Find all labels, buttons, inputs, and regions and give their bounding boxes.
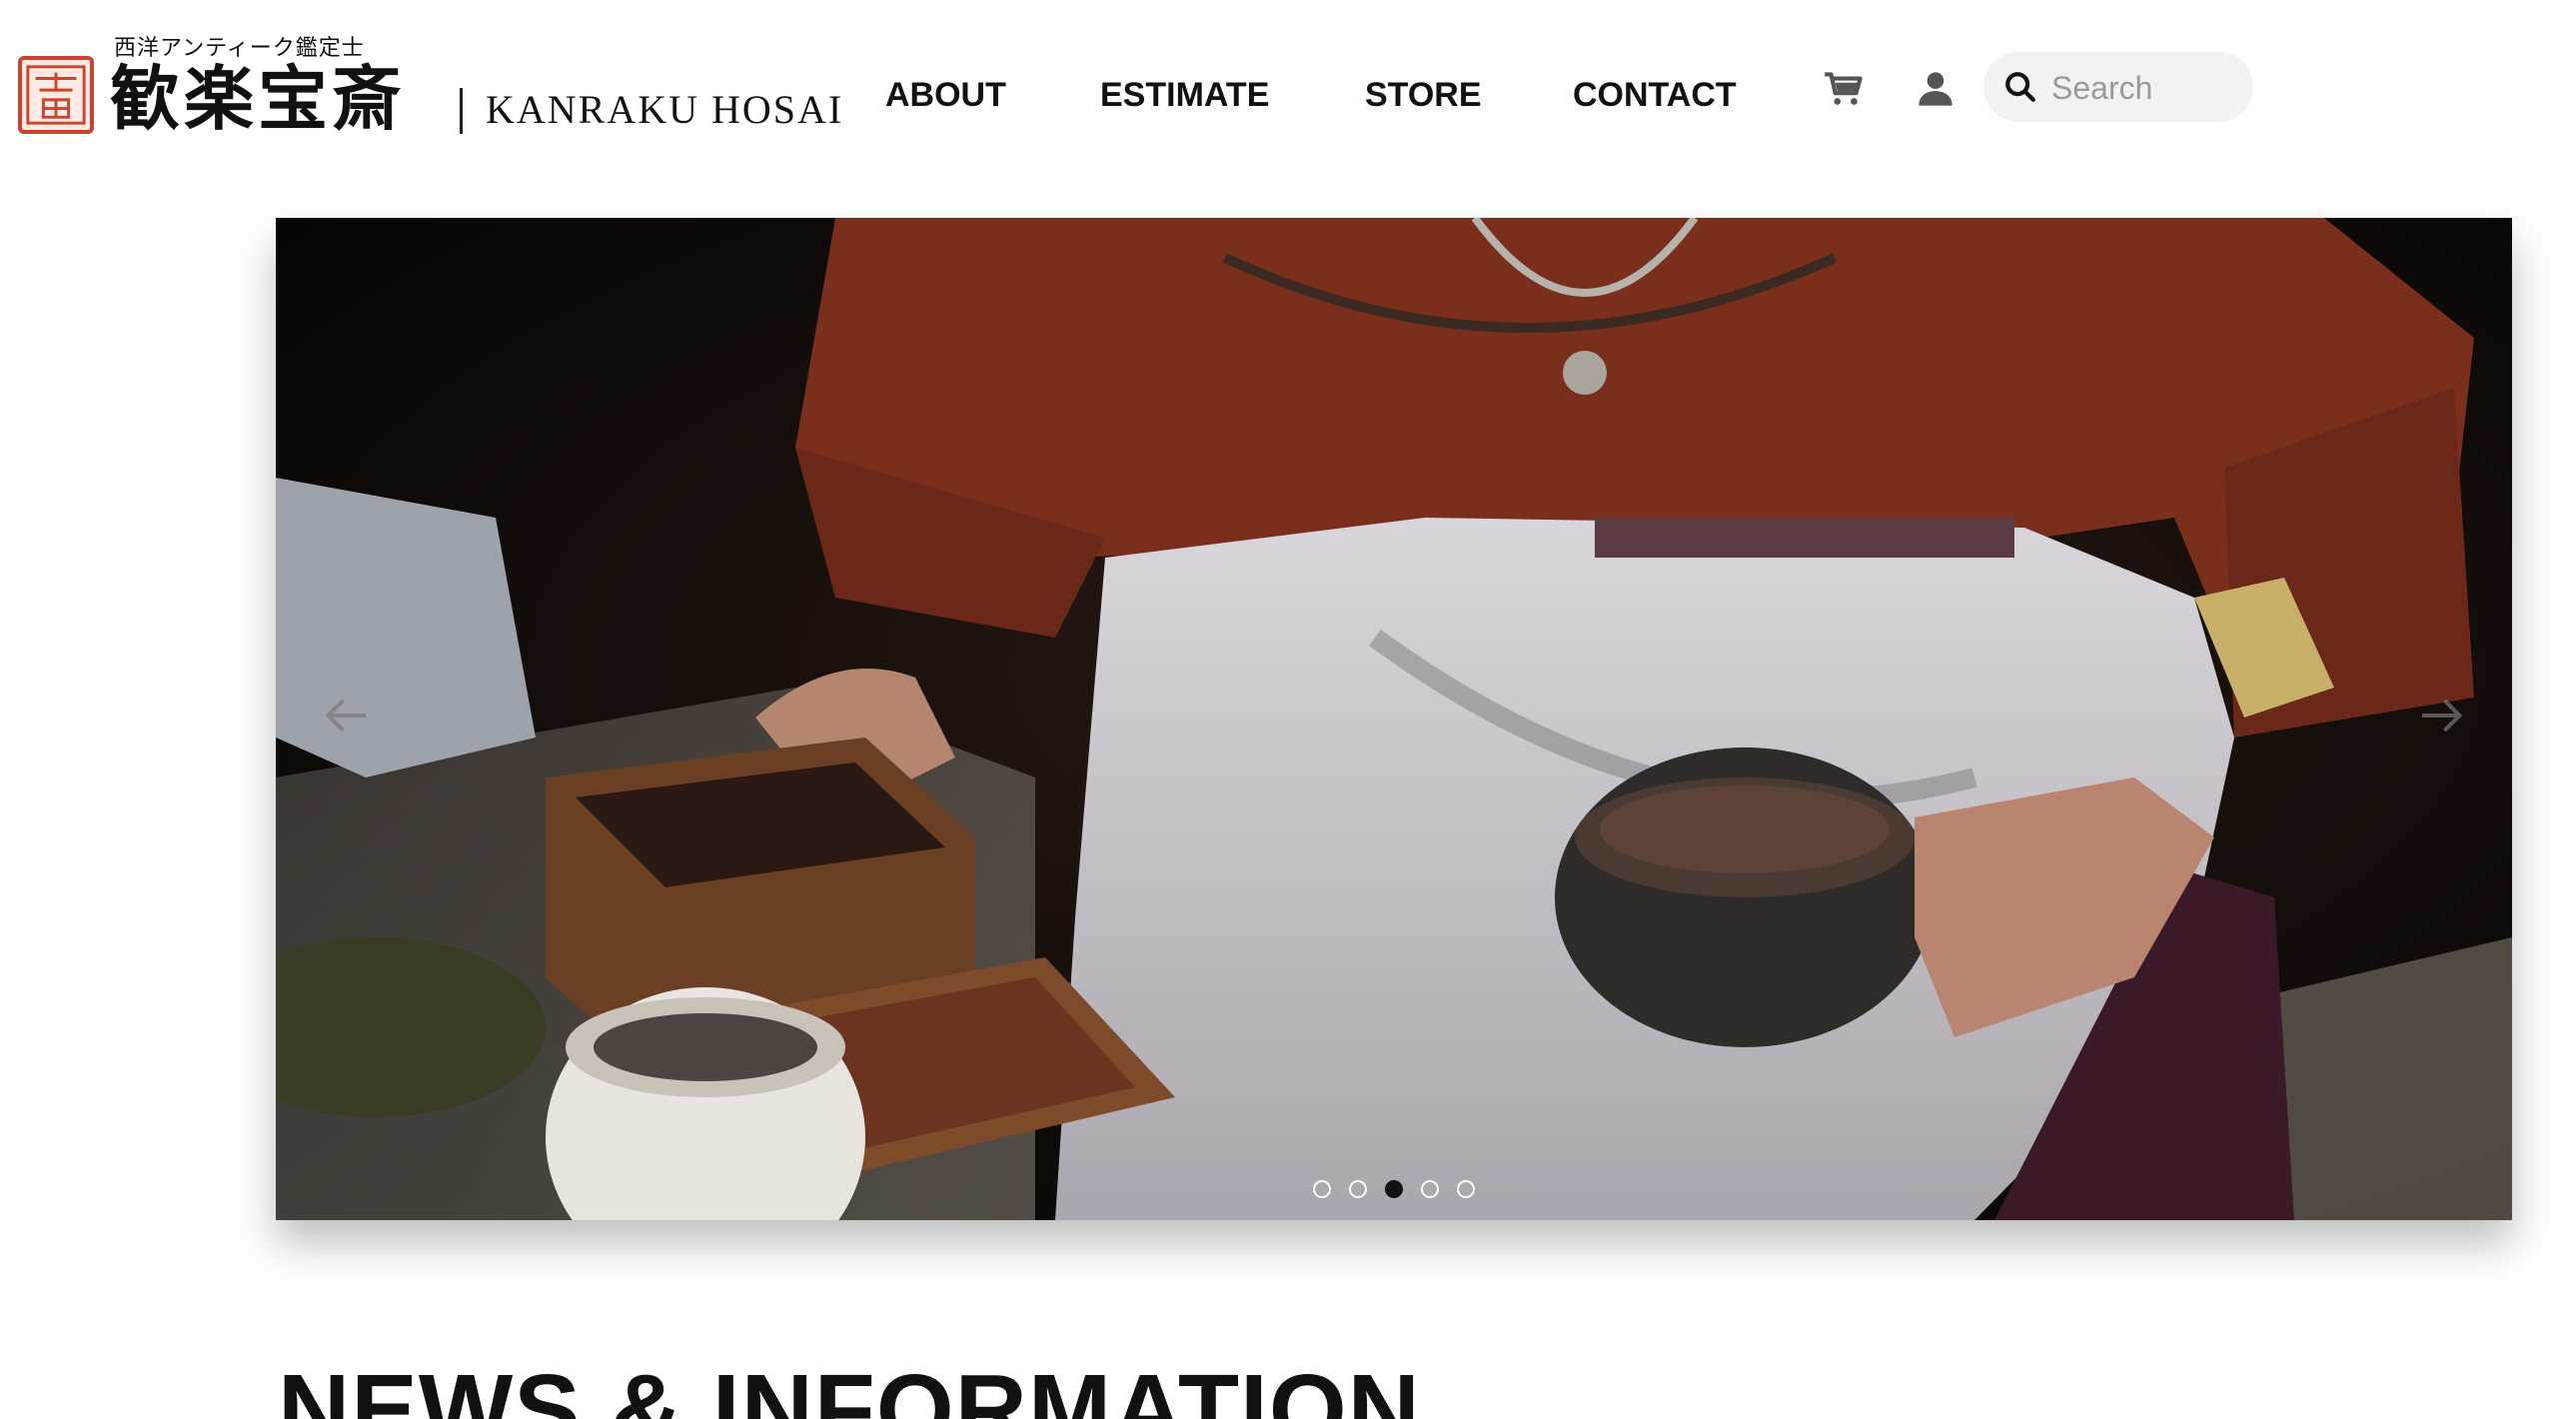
- nav-store[interactable]: STORE: [1365, 70, 1482, 120]
- hero-image: [276, 218, 2512, 1220]
- news-section-title: NEWS & INFORMATION: [278, 1354, 1421, 1419]
- brand-logo[interactable]: 西洋アンティーク鑑定士 歓楽宝斎 KANRAKU HOSAI: [18, 30, 841, 140]
- carousel-dot-3[interactable]: [1385, 1180, 1403, 1198]
- search-box[interactable]: [1983, 52, 2253, 122]
- search-icon: [2005, 72, 2035, 102]
- site-header: 西洋アンティーク鑑定士 歓楽宝斎 KANRAKU HOSAI ABOUT EST…: [0, 0, 2576, 200]
- nav-estimate[interactable]: ESTIMATE: [1100, 70, 1269, 120]
- seal-stamp-icon: [18, 56, 94, 134]
- carousel-dot-4[interactable]: [1421, 1180, 1439, 1198]
- brand-divider: [460, 88, 463, 134]
- carousel-prev-button[interactable]: [316, 686, 376, 745]
- arrow-left-icon: [325, 699, 366, 732]
- carousel-indicators: [276, 1176, 2512, 1204]
- arrow-right-icon: [2422, 699, 2463, 732]
- carousel-next-button[interactable]: [2412, 686, 2472, 745]
- hero-carousel: [276, 218, 2512, 1220]
- carousel-dot-1[interactable]: [1313, 1180, 1331, 1198]
- nav-contact[interactable]: CONTACT: [1573, 70, 1737, 120]
- brand-kanji-name: 歓楽宝斎: [110, 57, 406, 140]
- carousel-dot-2[interactable]: [1349, 1180, 1367, 1198]
- cart-icon[interactable]: [1819, 64, 1869, 114]
- user-icon[interactable]: [1911, 64, 1960, 114]
- nav-about[interactable]: ABOUT: [885, 70, 1006, 120]
- search-input[interactable]: [2049, 62, 2243, 114]
- carousel-dot-5[interactable]: [1457, 1180, 1475, 1198]
- brand-romaji-name: KANRAKU HOSAI: [486, 87, 844, 132]
- page: 西洋アンティーク鑑定士 歓楽宝斎 KANRAKU HOSAI ABOUT EST…: [0, 0, 2576, 1419]
